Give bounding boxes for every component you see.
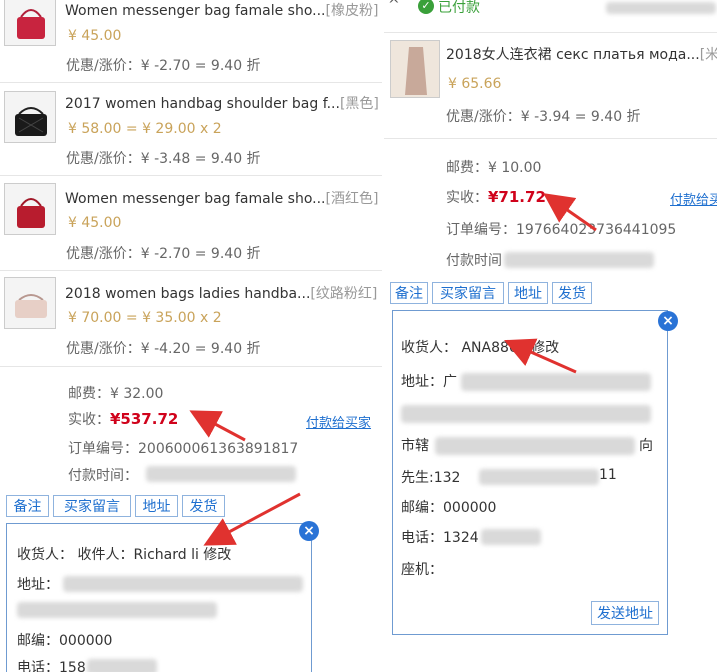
redacted-text (435, 437, 635, 455)
product-thumbnail[interactable] (390, 40, 440, 98)
zip-code: 邮编：000000 (401, 500, 497, 516)
send-address-button[interactable]: 发送地址 (591, 601, 659, 625)
redacted-text (504, 252, 654, 268)
order-number: 订单编号：20060006136389181​7 (68, 441, 299, 457)
product-title-text[interactable]: 2017 women handbag shoulder bag f... (65, 96, 340, 112)
paid-amount: 实收：¥71.72 (446, 187, 546, 207)
redacted-text (401, 405, 651, 423)
buyer-message-button[interactable]: 买家留言 (53, 495, 131, 517)
divider (0, 175, 382, 176)
product-price: ¥ 45.00 (68, 28, 122, 44)
landline: 座机： (401, 562, 443, 578)
postage: 邮费：¥ 10.00 (446, 160, 542, 176)
red-handbag-icon (17, 9, 45, 39)
address-popup: 收货人： ANA8866 修改 地址：广 市辖 向 先生:132 11 邮编：0… (392, 310, 668, 635)
close-icon[interactable]: × (658, 311, 678, 331)
red-handbag-icon (17, 198, 45, 228)
sender-tail: 11 (599, 467, 617, 483)
address-line: 地址：广 (401, 374, 457, 390)
beige-coat-icon (391, 41, 439, 97)
product-title-text[interactable]: 2018女人连衣裙 секс платья мода... (446, 47, 700, 63)
redacted-text (63, 576, 303, 592)
pay-link[interactable]: 付款给买 (670, 189, 717, 208)
product-attr: [米色] (699, 47, 717, 63)
zip-code: 邮编：000000 (17, 633, 113, 649)
address-button[interactable]: 地址 (508, 282, 548, 304)
product-attr: [黑色] (339, 96, 379, 112)
redacted-text (606, 2, 716, 14)
postage: 邮费：¥ 32.00 (68, 386, 164, 402)
product-attr: [橡皮粉] (325, 3, 379, 19)
paid-label: 实收： (446, 190, 488, 206)
address-popup: 收货人： 收件人：Richard li 修改 地址： 邮编：000000 电话：… (6, 523, 312, 672)
pay-time: 付款时间： (68, 465, 138, 485)
collapse-icon[interactable]: ^ (388, 0, 400, 13)
redacted-text (481, 529, 541, 545)
phone: 电话：158 (17, 660, 86, 672)
check-icon: ✓ (418, 0, 434, 14)
note-button[interactable]: 备注 (390, 282, 428, 304)
phone: 电话：1324 (401, 530, 479, 546)
product-thumbnail[interactable] (4, 277, 56, 329)
divider (384, 138, 717, 139)
status-label: 已付款 (438, 0, 480, 16)
product-attr: [酒红色] (325, 191, 379, 207)
product-title-text[interactable]: Women messenger bag famale sho... (65, 191, 326, 207)
divider (0, 82, 382, 83)
redacted-text (461, 373, 651, 391)
product-discount: 优惠/涨价：¥ -4.20 = 9.40 折 (66, 341, 261, 357)
product-title[interactable]: 2018 women bags ladies handba...[纹路粉红] (65, 283, 377, 303)
product-attr: [纹路粉红] (310, 286, 378, 302)
black-bag-icon (15, 107, 47, 136)
redacted-text (479, 469, 599, 485)
product-price: ¥ 70.00 = ¥ 35.00 x 2 (68, 310, 222, 326)
product-discount: 优惠/涨价：¥ -3.94 = 9.40 折 (446, 109, 641, 125)
left-order-panel: Women messenger bag famale sho...[橡皮粉] ¥… (0, 0, 382, 672)
order-number: 订单编号：19766402373644109​5 (446, 222, 677, 238)
right-order-panel: ^ ✓ 已付款 2018女人连衣裙 секс платья мода...[米色… (384, 0, 717, 672)
divider (384, 32, 717, 33)
address-button[interactable]: 地址 (135, 495, 178, 517)
product-thumbnail[interactable] (4, 0, 56, 46)
paid-amount: 实收：¥537.72 (68, 409, 178, 429)
paid-value: ¥537.72 (110, 410, 179, 428)
paid-label: 实收： (68, 412, 110, 428)
divider (0, 270, 382, 271)
redacted-text (87, 659, 157, 672)
address-extra: 市辖 (401, 438, 429, 454)
product-title[interactable]: Women messenger bag famale sho...[酒红色] (65, 188, 378, 208)
sender: 先生:132 (401, 470, 461, 486)
receiver: 收货人： 收件人：Richard li 修改 (17, 547, 232, 563)
ship-button[interactable]: 发货 (182, 495, 225, 517)
pay-link[interactable]: 付款给买家 (306, 412, 371, 431)
product-title[interactable]: 2017 women handbag shoulder bag f...[黑色] (65, 93, 379, 113)
pay-time: 付款时间 (446, 253, 502, 269)
product-price: ¥ 58.00 = ¥ 29.00 x 2 (68, 121, 222, 137)
product-thumbnail[interactable] (4, 183, 56, 235)
product-thumbnail[interactable] (4, 91, 56, 143)
product-price: ¥ 65.66 (448, 76, 502, 92)
divider (0, 366, 382, 367)
receiver: 收货人： ANA8866 修改 (401, 340, 560, 356)
product-discount: 优惠/涨价：¥ -3.48 = 9.40 折 (66, 151, 261, 167)
address-extra-tail: 向 (639, 438, 653, 454)
close-icon[interactable]: × (299, 521, 319, 541)
product-discount: 优惠/涨价：¥ -2.70 = 9.40 折 (66, 58, 261, 74)
note-button[interactable]: 备注 (6, 495, 49, 517)
buyer-message-button[interactable]: 买家留言 (432, 282, 504, 304)
product-price: ¥ 45.00 (68, 215, 122, 231)
ship-button[interactable]: 发货 (552, 282, 592, 304)
product-title-text[interactable]: 2018 women bags ladies handba... (65, 286, 310, 302)
pink-bag-icon (15, 294, 47, 318)
product-title-text[interactable]: Women messenger bag famale sho... (65, 3, 326, 19)
product-discount: 优惠/涨价：¥ -2.70 = 9.40 折 (66, 246, 261, 262)
redacted-text (146, 466, 296, 482)
product-title[interactable]: Women messenger bag famale sho...[橡皮粉] (65, 0, 378, 20)
paid-value: ¥71.72 (488, 188, 546, 206)
pay-time-label: 付款时间： (68, 468, 138, 484)
address-line: 地址： (17, 577, 59, 593)
redacted-text (17, 602, 217, 618)
product-title[interactable]: 2018女人连衣裙 секс платья мода...[米色] (446, 44, 717, 64)
